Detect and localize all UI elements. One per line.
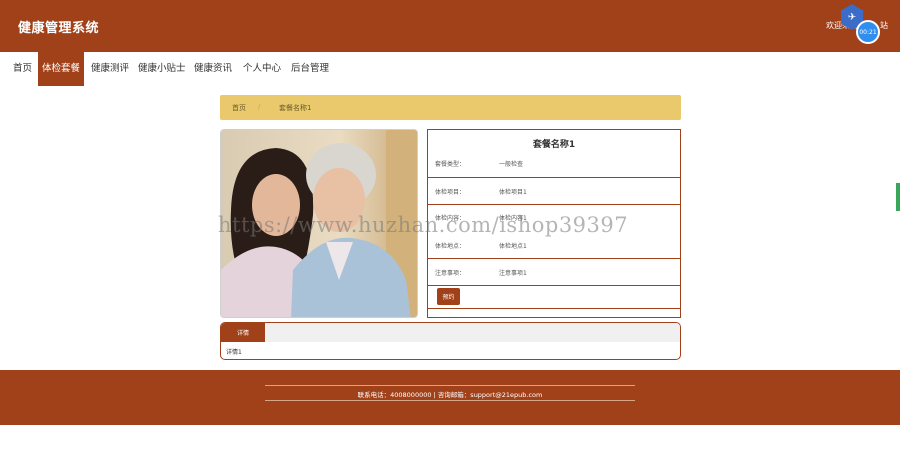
main-nav: 首页 体检套餐 健康测评 健康小贴士 健康资讯 个人中心 后台管理 — [0, 52, 900, 86]
footer-contact: 联系电话：4008000000 | 咨询邮箱：support@21epub.co… — [357, 391, 543, 399]
side-float-tab[interactable] — [896, 183, 900, 211]
nav-item-admin[interactable]: 后台管理 — [291, 52, 329, 86]
nav-item-home[interactable]: 首页 — [13, 52, 32, 86]
breadcrumb-current: 套餐名称1 — [279, 104, 312, 112]
field-label: 体检项目： — [435, 189, 466, 196]
floating-timer-badge[interactable]: 00:21 — [856, 20, 880, 44]
field-label: 套餐类型： — [435, 161, 466, 168]
watermark-text: https://www.huzhan.com/ishop39397 — [218, 213, 629, 237]
info-row-items: 体检项目： 体检项目1 — [428, 177, 680, 204]
nav-item-health-tips[interactable]: 健康小贴士 — [138, 52, 186, 86]
field-label: 注意事项： — [435, 270, 466, 277]
breadcrumb-separator: / — [258, 103, 261, 111]
book-button[interactable]: 预约 — [437, 288, 460, 305]
nav-item-health-news[interactable]: 健康资讯 — [194, 52, 232, 86]
tab-details[interactable]: 详情 — [221, 323, 265, 342]
footer: 联系电话：4008000000 | 咨询邮箱：support@21epub.co… — [0, 370, 900, 425]
field-value: 一般检查 — [499, 161, 524, 168]
site-title: 健康管理系统 — [18, 21, 100, 36]
field-value: 体检项目1 — [499, 189, 527, 196]
field-value: 注意事项1 — [499, 270, 527, 277]
info-row-divider — [428, 308, 680, 309]
package-title: 套餐名称1 — [532, 140, 576, 150]
field-label: 体检地点： — [435, 243, 466, 250]
footer-divider — [265, 400, 635, 401]
breadcrumb-home[interactable]: 首页 — [232, 103, 246, 113]
top-header: 健康管理系统 欢迎来到站 ✈ 00:21 — [0, 0, 900, 52]
welcome-suffix: 站 — [880, 21, 888, 30]
nav-item-health-assessment[interactable]: 健康测评 — [91, 52, 129, 86]
info-row-type: 套餐类型： 一般检查 — [428, 150, 680, 177]
nav-item-checkup-package[interactable]: 体检套餐 — [38, 52, 85, 86]
breadcrumb: 首页 / 套餐名称1 — [220, 95, 681, 120]
footer-divider — [265, 385, 635, 386]
tab-bar: 详情 — [221, 323, 680, 342]
info-row-divider — [428, 285, 680, 286]
nav-item-personal-center[interactable]: 个人中心 — [243, 52, 281, 86]
field-value: 体检地点1 — [499, 243, 527, 250]
info-row-notes: 注意事项： 注意事项1 — [428, 258, 680, 285]
tab-content: 详情1 — [226, 349, 242, 356]
detail-tabs: 详情 详情1 — [220, 322, 681, 360]
